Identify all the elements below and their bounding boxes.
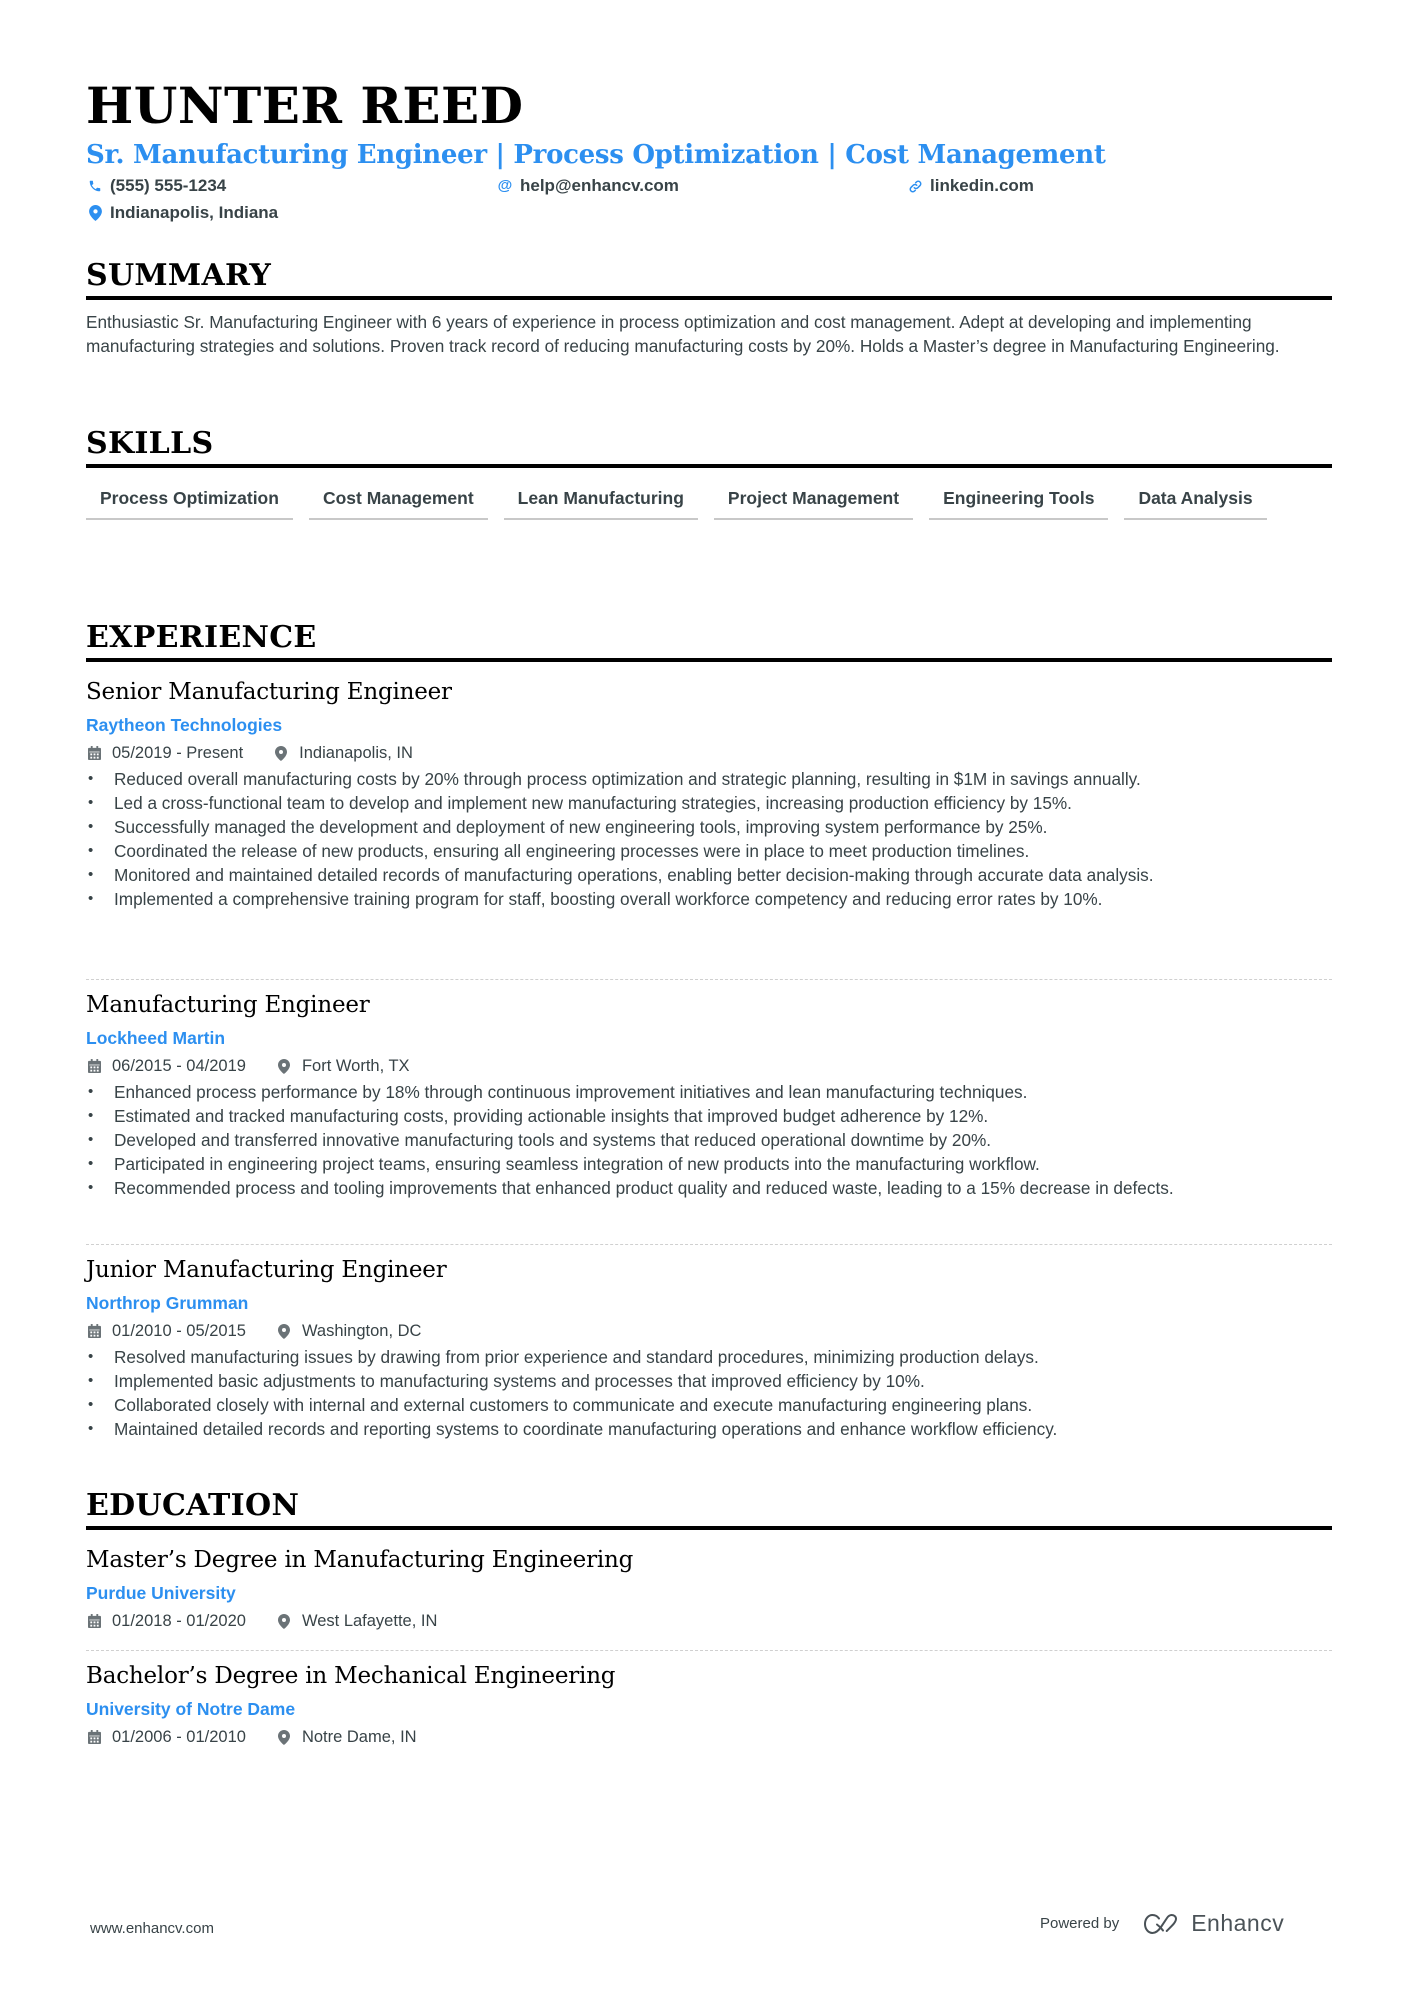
bullet-item: Successfully managed the development and…	[86, 815, 1332, 839]
education-dates: 01/2006 - 01/2010	[112, 1728, 246, 1746]
job-title: Manufacturing Engineer	[86, 992, 370, 1018]
bullet-item: Reduced overall manufacturing costs by 2…	[86, 767, 1332, 791]
education-location-wrap: West Lafayette, IN	[276, 1608, 437, 1634]
footer-powered-by: Powered by Enhancv	[1040, 1910, 1284, 1937]
footer-website[interactable]: www.enhancv.com	[90, 1920, 214, 1937]
education-entry: Bachelor’s Degree in Mechanical Engineer…	[86, 1659, 1332, 1750]
enhancv-logo-icon	[1144, 1913, 1178, 1934]
bullet-item: Monitored and maintained detailed record…	[86, 863, 1332, 887]
education-location-wrap: Notre Dame, IN	[276, 1724, 417, 1750]
entry-divider	[86, 979, 1332, 980]
company-name[interactable]: Lockheed Martin	[86, 1023, 1332, 1053]
degree-title: Bachelor’s Degree in Mechanical Engineer…	[86, 1663, 616, 1689]
bullet-item: Led a cross-functional team to develop a…	[86, 791, 1332, 815]
map-pin-icon	[276, 1729, 292, 1745]
experience-entry: Manufacturing Engineer Lockheed Martin 0…	[86, 988, 1332, 1200]
entry-divider	[86, 1650, 1332, 1651]
entry-divider	[86, 1244, 1332, 1245]
section-title-skills: SKILLS	[86, 426, 1332, 468]
at-icon: @	[497, 177, 513, 194]
bullet-item: Maintained detailed records and reportin…	[86, 1417, 1332, 1441]
brand-name: Enhancv	[1191, 1910, 1285, 1936]
map-pin-icon	[276, 1058, 292, 1074]
school-name[interactable]: University of Notre Dame	[86, 1694, 1332, 1724]
skill-tag: Data Analysis	[1124, 484, 1267, 520]
section-title-summary: SUMMARY	[86, 258, 1332, 300]
location-value: Indianapolis, Indiana	[110, 203, 279, 222]
skill-tag: Lean Manufacturing	[503, 484, 698, 520]
bullet-item: Estimated and tracked manufacturing cost…	[86, 1104, 1332, 1128]
job-dates: 06/2015 - 04/2019	[112, 1057, 246, 1075]
powered-by-label: Powered by	[1040, 1915, 1120, 1932]
entry-meta: 01/2010 - 05/2015 Washington, DC	[86, 1318, 1332, 1344]
job-location-wrap: Fort Worth, TX	[276, 1053, 410, 1079]
job-dates: 01/2010 - 05/2015	[112, 1322, 246, 1340]
bullet-item: Recommended process and tooling improvem…	[86, 1176, 1332, 1200]
bullet-item: Collaborated closely with internal and e…	[86, 1393, 1332, 1417]
map-pin-icon	[276, 1323, 292, 1339]
job-location: Fort Worth, TX	[301, 1057, 410, 1075]
bullet-item: Implemented a comprehensive training pro…	[86, 887, 1332, 911]
contact-phone: (555) 555-1234	[86, 175, 226, 197]
bullet-item: Participated in engineering project team…	[86, 1152, 1332, 1176]
contact-email: @ help@enhancv.com	[496, 175, 679, 197]
calendar-icon	[86, 1614, 102, 1628]
skill-tag: Engineering Tools	[929, 484, 1109, 520]
summary-text: Enthusiastic Sr. Manufacturing Engineer …	[86, 312, 1280, 356]
entry-meta: 01/2018 - 01/2020 West Lafayette, IN	[86, 1608, 1332, 1634]
skills-list: Process Optimization Cost Management Lea…	[86, 484, 1332, 520]
job-location-wrap: Washington, DC	[276, 1318, 422, 1344]
company-name[interactable]: Raytheon Technologies	[86, 710, 1332, 740]
skill-tag: Project Management	[713, 484, 914, 520]
experience-entry: Senior Manufacturing Engineer Raytheon T…	[86, 675, 1332, 911]
job-location: Indianapolis, IN	[299, 744, 413, 762]
email-link[interactable]: help@enhancv.com	[520, 175, 679, 197]
section-title-experience: EXPERIENCE	[86, 620, 1332, 662]
skill-tag: Process Optimization	[86, 484, 293, 520]
bullet-item: Enhanced process performance by 18% thro…	[86, 1080, 1332, 1104]
calendar-icon	[86, 1059, 102, 1073]
calendar-icon	[86, 746, 102, 760]
job-dates: 05/2019 - Present	[112, 744, 244, 762]
bullet-item: Implemented basic adjustments to manufac…	[86, 1369, 1332, 1393]
calendar-icon	[86, 1324, 102, 1338]
bullet-item: Resolved manufacturing issues by drawing…	[86, 1345, 1332, 1369]
map-pin-icon	[276, 1613, 292, 1629]
skill-tag: Cost Management	[308, 484, 488, 520]
map-pin-icon	[86, 205, 104, 221]
entry-meta: 06/2015 - 04/2019 Fort Worth, TX	[86, 1053, 1332, 1079]
phone-value[interactable]: (555) 555-1234	[110, 175, 226, 197]
map-pin-icon	[273, 745, 289, 761]
contact-location: Indianapolis, Indiana	[86, 202, 278, 224]
company-name[interactable]: Northrop Grumman	[86, 1288, 1332, 1318]
section-title-education: EDUCATION	[86, 1488, 1332, 1530]
job-bullets: Enhanced process performance by 18% thro…	[86, 1080, 1332, 1200]
job-bullets: Resolved manufacturing issues by drawing…	[86, 1345, 1332, 1441]
education-location: West Lafayette, IN	[301, 1612, 438, 1630]
job-location-wrap: Indianapolis, IN	[273, 740, 413, 766]
candidate-name: HUNTER REED	[86, 76, 524, 135]
job-title: Junior Manufacturing Engineer	[86, 1257, 447, 1283]
job-location: Washington, DC	[301, 1322, 422, 1340]
phone-icon	[86, 179, 104, 193]
education-dates: 01/2018 - 01/2020	[112, 1612, 246, 1630]
entry-meta: 01/2006 - 01/2010 Notre Dame, IN	[86, 1724, 1332, 1750]
education-entry: Master’s Degree in Manufacturing Enginee…	[86, 1543, 1332, 1634]
calendar-icon	[86, 1730, 102, 1744]
entry-meta: 05/2019 - Present Indianapolis, IN	[86, 740, 1332, 766]
education-location: Notre Dame, IN	[301, 1728, 417, 1746]
enhancv-logo[interactable]: Enhancv	[1143, 1910, 1284, 1937]
school-name[interactable]: Purdue University	[86, 1578, 1332, 1608]
contact-linkedin: linkedin.com	[906, 175, 1034, 197]
linkedin-link[interactable]: linkedin.com	[930, 175, 1034, 197]
link-icon	[906, 179, 924, 194]
job-title: Senior Manufacturing Engineer	[86, 679, 452, 705]
bullet-item: Developed and transferred innovative man…	[86, 1128, 1332, 1152]
degree-title: Master’s Degree in Manufacturing Enginee…	[86, 1547, 634, 1573]
bullet-item: Coordinated the release of new products,…	[86, 839, 1332, 863]
candidate-headline: Sr. Manufacturing Engineer | Process Opt…	[86, 140, 1106, 170]
job-bullets: Reduced overall manufacturing costs by 2…	[86, 767, 1332, 911]
experience-entry: Junior Manufacturing Engineer Northrop G…	[86, 1253, 1332, 1441]
